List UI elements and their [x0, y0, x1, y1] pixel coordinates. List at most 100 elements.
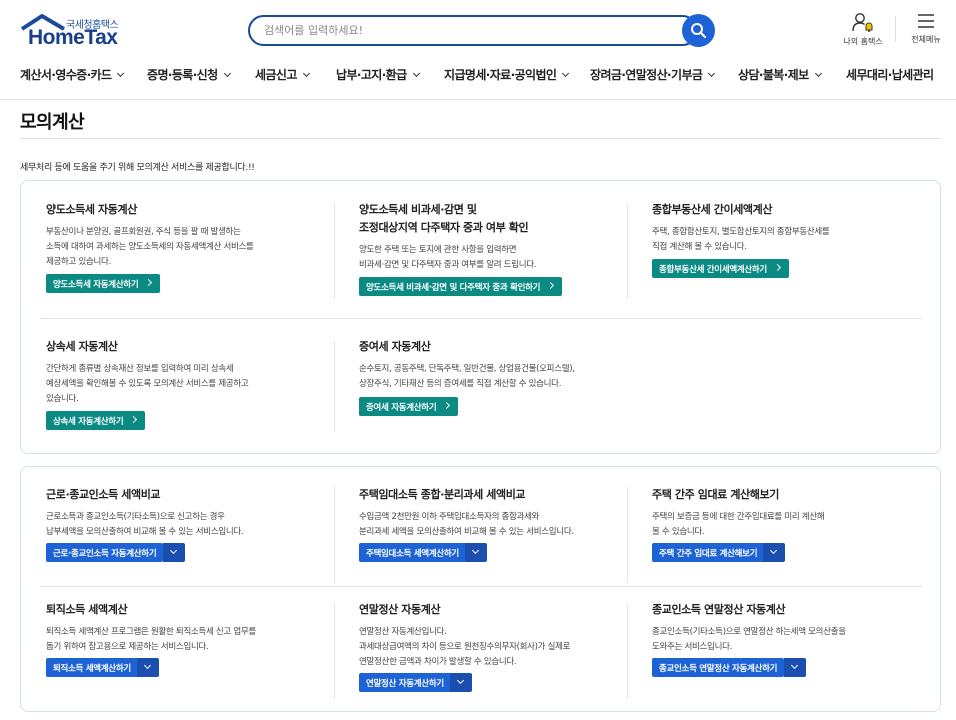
income-tax-calculators: 근로·종교인소득 세액비교 근로소득과 종교인소득(기타소득)으로 신고하는 경…	[20, 466, 941, 712]
card-description: 퇴직소득 세액계산 프로그램은 원활한 퇴직소득세 신고 업무를 돕기 위하여 참…	[46, 627, 256, 652]
card-comprehensive-real-estate-tax: 종합부동산세 간이세액계산 주택, 종합합산토지, 별도합산토지의 종합부동산세…	[652, 201, 922, 255]
divider	[627, 203, 628, 299]
chevron-down-icon	[117, 69, 125, 78]
card-description: 주택, 종합합산토지, 별도합산토지의 종합부동산세를 직접 계산해 볼 수 있습…	[652, 227, 830, 252]
card-religious-year-end-settlement: 종교인소득 연말정산 자동계산 종교인소득(기타소득)으로 연말정산 하는세액 …	[652, 601, 922, 655]
chevron-down-icon	[790, 661, 799, 670]
religious-year-end-dropdown[interactable]	[784, 658, 806, 677]
chevron-down-icon	[223, 69, 231, 78]
card-title: 퇴직소득 세액계산	[46, 603, 128, 616]
divider	[334, 603, 335, 699]
chevron-down-icon	[769, 546, 778, 555]
divider	[334, 341, 335, 431]
card-housing-rental-income: 주택임대소득 종합·분리과세 세액비교 수입금액 2천만원 이하 주택임대소득자…	[359, 486, 619, 540]
all-menu-button[interactable]: 전체메뉴	[906, 12, 946, 45]
card-description: 순수토지, 공동주택, 단독주택, 일반건물, 상업용건물(오피스텔), 상장주식…	[359, 364, 575, 389]
deemed-rent-calc-button[interactable]: 주택 간주 임대료 계산해보기	[652, 543, 765, 562]
hamburger-icon	[918, 14, 934, 28]
housing-rental-calc-button[interactable]: 주택임대소득 세액계산하기	[359, 543, 466, 562]
divider	[41, 586, 922, 587]
card-description: 주택의 보증금 등에 대한 간주임대료를 미리 계산해 볼 수 있습니다.	[652, 512, 825, 537]
year-end-settlement-calc-button[interactable]: 연말정산 자동계산하기	[359, 673, 451, 692]
hometax-logo[interactable]: 국세청홈택스 HomeTax	[20, 14, 130, 49]
card-description: 연말정산 자동계산입니다. 과세대상급여액의 차이 등으로 원천징수의무자(회사)…	[359, 627, 571, 667]
search-bar	[248, 14, 715, 47]
my-hometax-label: 나의 홈택스	[843, 37, 883, 46]
header: 국세청홈택스 HomeTax 나의 홈택스 전체메뉴 계산서·영수증·카드	[0, 0, 956, 100]
chevron-down-icon	[169, 546, 178, 555]
nav-payment[interactable]: 납부·고지·환급	[336, 66, 420, 83]
user-bell-icon	[852, 13, 873, 32]
card-description: 종교인소득(기타소득)으로 연말정산 하는세액 모의산출을 도와주는 서비스입니다…	[652, 627, 846, 652]
card-capital-gains-tax: 양도소득세 자동계산 부동산이나 분양권, 골프회원권, 주식 등을 팔 때 발…	[46, 201, 316, 270]
search-icon	[691, 23, 707, 39]
religious-year-end-calc-button[interactable]: 종교인소득 연말정산 자동계산하기	[652, 658, 785, 677]
earned-religious-dropdown[interactable]	[163, 543, 185, 562]
card-title: 상속세 자동계산	[46, 340, 118, 353]
inheritance-tax-calc-button[interactable]: 상속세 자동계산하기	[46, 411, 146, 430]
property-tax-calculators: 양도소득세 자동계산 부동산이나 분양권, 골프회원권, 주식 등을 팔 때 발…	[20, 180, 941, 454]
page-intro: 세무처리 등에 도움을 주기 위해 모의계산 서비스를 제공합니다.!!	[20, 163, 255, 173]
capital-gains-exemption-button[interactable]: 양도소득세 비과세·감면 및 다주택자 중과 확인하기	[359, 277, 563, 296]
search-button[interactable]	[682, 14, 715, 47]
my-hometax-link[interactable]: 나의 홈택스	[838, 12, 888, 47]
chevron-right-icon	[145, 278, 153, 287]
search-input[interactable]	[248, 15, 698, 46]
gift-tax-calc-button[interactable]: 증여세 자동계산하기	[359, 397, 459, 416]
chevron-down-icon	[302, 69, 310, 78]
nav-incentive[interactable]: 장려금·연말정산·기부금	[590, 66, 716, 83]
retirement-income-calc-button[interactable]: 퇴직소득 세액계산하기	[46, 658, 138, 677]
card-title: 양도소득세 자동계산	[46, 203, 137, 216]
card-title: 주택임대소득 종합·분리과세 세액비교	[359, 488, 526, 501]
card-gift-tax: 증여세 자동계산 순수토지, 공동주택, 단독주택, 일반건물, 상업용건물(오…	[359, 338, 629, 392]
earned-religious-calc-button[interactable]: 근로·종교인소득 자동계산하기	[46, 543, 164, 562]
card-inheritance-tax: 상속세 자동계산 간단하게 종류별 상속재산 정보를 입력하여 미리 상속세 예상…	[46, 338, 316, 407]
year-end-settlement-dropdown[interactable]	[450, 673, 472, 692]
real-estate-tax-calc-button[interactable]: 종합부동산세 간이세액계산하기	[652, 259, 789, 278]
chevron-down-icon	[456, 676, 465, 685]
capital-gains-calc-button[interactable]: 양도소득세 자동계산하기	[46, 274, 161, 293]
chevron-right-icon	[547, 281, 555, 290]
divider	[627, 487, 628, 583]
chevron-right-icon	[443, 401, 451, 410]
card-title: 근로·종교인소득 세액비교	[46, 488, 161, 501]
retirement-income-dropdown[interactable]	[137, 658, 159, 677]
chevron-down-icon	[562, 69, 570, 78]
logo-title: HomeTax	[28, 26, 118, 49]
card-title: 종교인소득 연말정산 자동계산	[652, 603, 786, 616]
housing-rental-dropdown[interactable]	[465, 543, 487, 562]
card-description: 간단하게 종류별 상속재산 정보를 입력하여 미리 상속세 예상세액을 확인해볼 …	[46, 364, 249, 404]
card-title: 연말정산 자동계산	[359, 603, 441, 616]
card-year-end-settlement: 연말정산 자동계산 연말정산 자동계산입니다. 과세대상급여액의 차이 등으로 원…	[359, 601, 619, 670]
card-capital-gains-exemption: 양도소득세 비과세·감면 및 조정대상지역 다주택자 중과 여부 확인 양도한 주…	[359, 201, 619, 273]
nav-certificate[interactable]: 증명·등록·신청	[147, 66, 231, 83]
chevron-right-icon	[130, 415, 138, 424]
divider	[41, 318, 922, 319]
nav-consult[interactable]: 상담·불복·제보	[738, 66, 822, 83]
nav-statements[interactable]: 지급명세·자료·공익법인	[444, 66, 570, 83]
title-divider	[20, 138, 941, 139]
chevron-down-icon	[412, 69, 420, 78]
card-title: 종합부동산세 간이세액계산	[652, 203, 773, 216]
deemed-rent-dropdown[interactable]	[763, 543, 785, 562]
card-title: 주택 간주 임대료 계산해보기	[652, 488, 779, 501]
card-retirement-income: 퇴직소득 세액계산 퇴직소득 세액계산 프로그램은 원활한 퇴직소득세 신고 업…	[46, 601, 316, 655]
divider	[334, 203, 335, 299]
chevron-down-icon	[708, 69, 716, 78]
card-description: 수입금액 2천만원 이하 주택임대소득자의 종합과세와 분리과세 세액을 모의산출…	[359, 512, 574, 537]
nav-agent[interactable]: 세무대리·납세관리	[846, 66, 934, 83]
nav-tax-return[interactable]: 세금신고	[255, 66, 310, 83]
card-earned-religious-income: 근로·종교인소득 세액비교 근로소득과 종교인소득(기타소득)으로 신고하는 경…	[46, 486, 316, 540]
page-title: 모의계산	[20, 112, 85, 133]
chevron-down-icon	[471, 546, 480, 555]
card-description: 양도한 주택 또는 토지에 관한 사항을 입력하면 비과세·감면 및 다주택자 중…	[359, 245, 537, 270]
util-divider	[895, 16, 896, 42]
nav-invoice[interactable]: 계산서·영수증·카드	[20, 66, 125, 83]
all-menu-label: 전체메뉴	[911, 35, 941, 44]
card-deemed-rent: 주택 간주 임대료 계산해보기 주택의 보증금 등에 대한 간주임대료를 미리 …	[652, 486, 922, 540]
chevron-right-icon	[773, 263, 781, 272]
card-description: 부동산이나 분양권, 골프회원권, 주식 등을 팔 때 발생하는 소득에 대하여 …	[46, 227, 254, 267]
chevron-down-icon	[814, 69, 822, 78]
card-title: 양도소득세 비과세·감면 및 조정대상지역 다주택자 중과 여부 확인	[359, 203, 529, 234]
card-description: 근로소득과 종교인소득(기타소득)으로 신고하는 경우 납부세액을 모의산출하여 …	[46, 512, 244, 537]
